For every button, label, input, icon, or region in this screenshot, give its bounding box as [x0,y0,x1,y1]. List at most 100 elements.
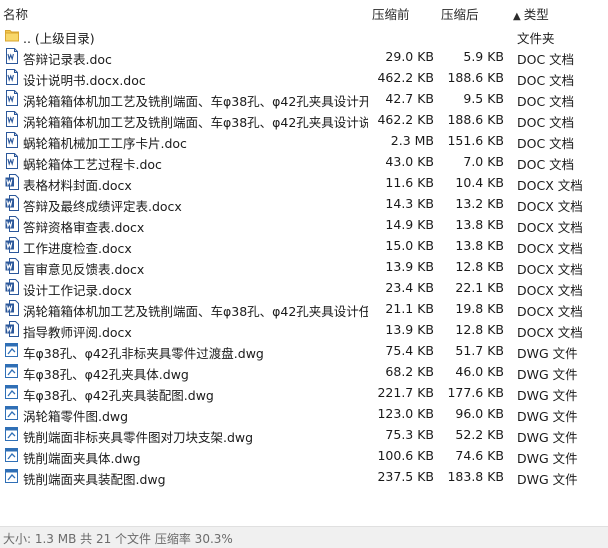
file-name: 蜗轮箱体工艺过程卡.doc [23,157,162,172]
dwg-icon [5,447,19,463]
file-size: 12.8 KB [455,322,504,337]
file-row[interactable]: 答辩资格审查表.docx 14.9 KB 13.8 KB DOCX 文档 [0,214,608,235]
file-size: 13.8 KB [455,238,504,253]
file-type: 文件夹 [517,31,555,46]
file-type: DWG 文件 [517,451,578,466]
file-compressed-size: 15.0 KB [385,238,434,253]
file-compressed-size: 23.4 KB [385,280,434,295]
file-name: 车φ38孔、φ42孔夹具体.dwg [23,367,189,382]
doc-icon [5,111,19,127]
file-name: 答辩资格审查表.docx [23,220,145,235]
file-name: 铣削端面非标夹具零件图对刀块支架.dwg [23,430,254,445]
dwg-icon [5,426,19,442]
file-name: 答辩记录表.doc [23,52,112,67]
doc-icon [5,90,19,106]
file-name: 答辩及最终成绩评定表.docx [23,199,182,214]
file-size: 19.8 KB [455,301,504,316]
file-row[interactable]: 铣削端面夹具体.dwg 100.6 KB 74.6 KB DWG 文件 [0,445,608,466]
file-type: DWG 文件 [517,388,578,403]
doc-icon [5,132,19,148]
file-size: 13.2 KB [455,196,504,211]
file-name: 蜗轮箱机械加工工序卡片.doc [23,136,187,151]
file-compressed-size: 11.6 KB [385,175,434,190]
docx-icon [5,195,19,211]
file-size: 74.6 KB [455,448,504,463]
dwg-icon [5,363,19,379]
file-compressed-size: 462.2 KB [377,70,434,85]
file-name: 盲审意见反馈表.docx [23,262,145,277]
file-row[interactable]: .. (上级目录) 文件夹 [0,25,608,46]
file-size: 183.8 KB [447,469,504,484]
file-size: 188.6 KB [447,112,504,127]
file-type: DOCX 文档 [517,325,583,340]
file-name: 铣削端面夹具体.dwg [23,451,141,466]
file-row[interactable]: 盲审意见反馈表.docx 13.9 KB 12.8 KB DOCX 文档 [0,256,608,277]
file-size: 22.1 KB [455,280,504,295]
file-row[interactable]: 车φ38孔、φ42孔非标夹具零件过渡盘.dwg 75.4 KB 51.7 KB DWG… [0,340,608,361]
sort-asc-icon: ▲ [513,11,521,22]
header-type-label: 类型 [523,7,549,22]
file-type: DWG 文件 [517,472,578,487]
header-size[interactable]: 压缩后 [441,4,479,23]
file-row[interactable]: 蜗轮箱体工艺过程卡.doc 43.0 KB 7.0 KB DOC 文档 [0,151,608,172]
file-row[interactable]: 答辩记录表.doc 29.0 KB 5.9 KB DOC 文档 [0,46,608,67]
file-compressed-size: 14.3 KB [385,196,434,211]
file-type: DWG 文件 [517,367,578,382]
file-type: DOC 文档 [517,157,575,172]
file-row[interactable]: 涡轮箱箱体机加工艺及铣削端面、车φ38孔、φ42孔夹具设计开... 42.7 KB… [0,88,608,109]
file-row[interactable]: 答辩及最终成绩评定表.docx 14.3 KB 13.2 KB DOCX 文档 [0,193,608,214]
file-size: 5.9 KB [463,49,504,64]
file-size: 46.0 KB [455,364,504,379]
dwg-icon [5,405,19,421]
file-compressed-size: 75.4 KB [385,343,434,358]
file-row[interactable]: 蜗轮箱机械加工工序卡片.doc 2.3 MB 151.6 KB DOC 文档 [0,130,608,151]
status-bar: 大小: 1.3 MB 共 21 个文件 压缩率 30.3% [0,526,608,548]
folder-icon [5,27,19,43]
file-compressed-size: 43.0 KB [385,154,434,169]
file-compressed-size: 68.2 KB [385,364,434,379]
file-compressed-size: 29.0 KB [385,49,434,64]
file-size: 96.0 KB [455,406,504,421]
file-size: 52.2 KB [455,427,504,442]
header-name[interactable]: 名称 [3,4,28,23]
file-name: .. (上级目录) [23,31,95,46]
file-name: 设计说明书.docx.doc [23,73,146,88]
file-row[interactable]: 涡轮箱零件图.dwg 123.0 KB 96.0 KB DWG 文件 [0,403,608,424]
docx-icon [5,174,19,190]
file-row[interactable]: 铣削端面非标夹具零件图对刀块支架.dwg 75.3 KB 52.2 KB DWG 文件 [0,424,608,445]
doc-icon [5,153,19,169]
header-type[interactable]: ▲ 类型 [513,4,549,23]
dwg-icon [5,342,19,358]
file-compressed-size: 100.6 KB [377,448,434,463]
file-type: DOCX 文档 [517,241,583,256]
file-compressed-size: 42.7 KB [385,91,434,106]
header-compressed[interactable]: 压缩前 [372,4,410,23]
file-row[interactable]: 工作进度检查.docx 15.0 KB 13.8 KB DOCX 文档 [0,235,608,256]
docx-icon [5,216,19,232]
file-name: 指导教师评阅.docx [23,325,132,340]
column-header: 名称 压缩前 压缩后 ▲ 类型 [0,0,608,24]
file-name: 工作进度检查.docx [23,241,132,256]
file-compressed-size: 462.2 KB [377,112,434,127]
file-row[interactable]: 设计说明书.docx.doc 462.2 KB 188.6 KB DOC 文档 [0,67,608,88]
file-size: 13.8 KB [455,217,504,232]
file-row[interactable]: 设计工作记录.docx 23.4 KB 22.1 KB DOCX 文档 [0,277,608,298]
file-row[interactable]: 涡轮箱箱体机加工艺及铣削端面、车φ38孔、φ42孔夹具设计说... 462.2 K… [0,109,608,130]
file-name: 车φ38孔、φ42孔非标夹具零件过渡盘.dwg [23,346,264,361]
file-compressed-size: 21.1 KB [385,301,434,316]
file-size: 9.5 KB [463,91,504,106]
file-row[interactable]: 车φ38孔、φ42孔夹具体.dwg 68.2 KB 46.0 KB DWG 文件 [0,361,608,382]
file-type: DOCX 文档 [517,178,583,193]
file-row[interactable]: 车φ38孔、φ42孔夹具装配图.dwg 221.7 KB 177.6 KB DWG 文… [0,382,608,403]
file-size: 10.4 KB [455,175,504,190]
file-row[interactable]: 表格材料封面.docx 11.6 KB 10.4 KB DOCX 文档 [0,172,608,193]
file-name: 设计工作记录.docx [23,283,132,298]
doc-icon [5,48,19,64]
file-row[interactable]: 指导教师评阅.docx 13.9 KB 12.8 KB DOCX 文档 [0,319,608,340]
docx-icon [5,258,19,274]
file-compressed-size: 14.9 KB [385,217,434,232]
doc-icon [5,69,19,85]
file-row[interactable]: 铣削端面夹具装配图.dwg 237.5 KB 183.8 KB DWG 文件 [0,466,608,487]
file-compressed-size: 75.3 KB [385,427,434,442]
file-row[interactable]: 涡轮箱箱体机加工艺及铣削端面、车φ38孔、φ42孔夹具设计任... 21.1 KB… [0,298,608,319]
